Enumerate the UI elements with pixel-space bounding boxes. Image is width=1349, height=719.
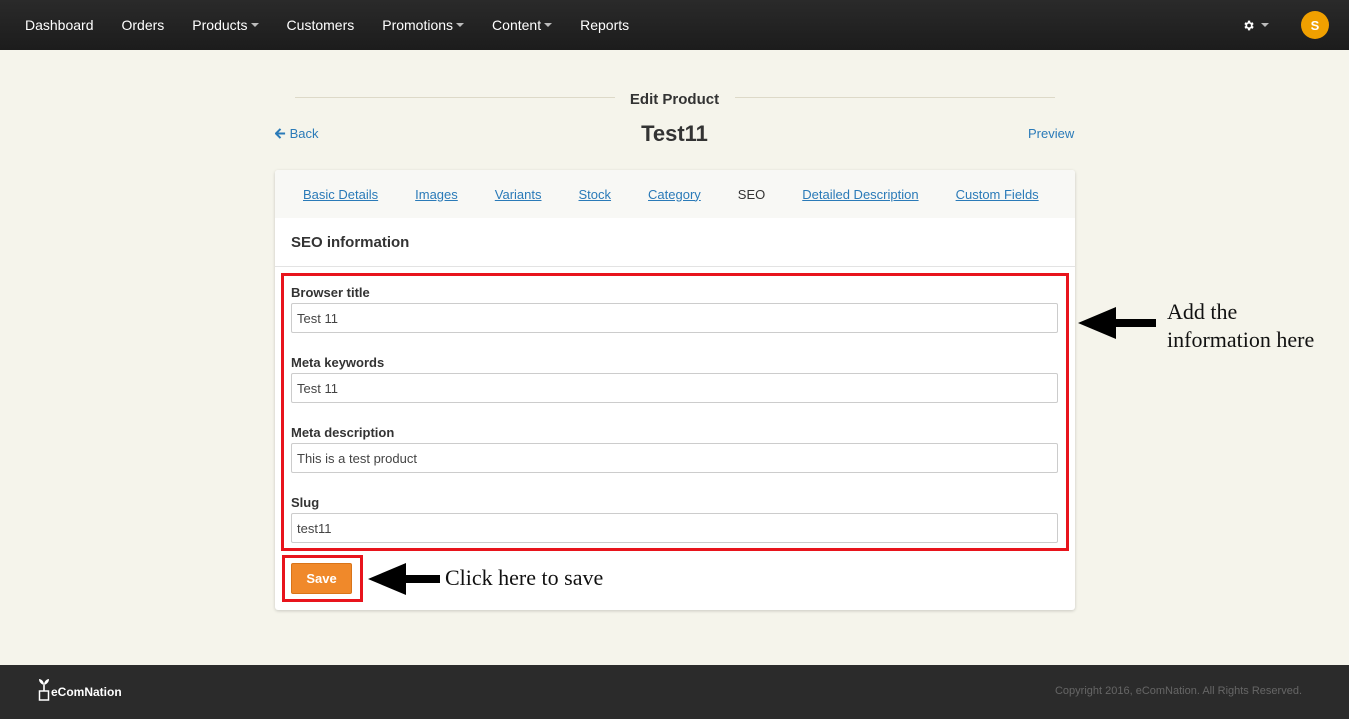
avatar-initial: S bbox=[1310, 17, 1320, 33]
seo-section-heading: SEO information bbox=[291, 234, 410, 251]
caret-down-icon bbox=[456, 23, 465, 27]
nav-content[interactable]: Content bbox=[478, 0, 566, 50]
top-navbar: Dashboard Orders Products Customers Prom… bbox=[0, 0, 1349, 50]
nav-dashboard-label: Dashboard bbox=[25, 17, 94, 33]
footer-logo: eComNation bbox=[38, 677, 122, 701]
nav-dashboard[interactable]: Dashboard bbox=[0, 0, 108, 50]
page-heading: Edit Product bbox=[0, 91, 1349, 108]
fields-highlight-box bbox=[281, 273, 1069, 551]
caret-down-icon bbox=[544, 23, 553, 27]
nav-right-controls: S bbox=[1234, 0, 1329, 50]
nav-orders[interactable]: Orders bbox=[108, 0, 179, 50]
nav-customers-label: Customers bbox=[286, 17, 355, 33]
save-annotation-text: Click here to save bbox=[445, 565, 604, 590]
page-heading-text: Edit Product bbox=[617, 91, 732, 108]
footer-brand: eComNation bbox=[51, 685, 122, 699]
caret-down-icon bbox=[1261, 23, 1269, 27]
nav-promotions[interactable]: Promotions bbox=[368, 0, 478, 50]
nav-customers[interactable]: Customers bbox=[273, 0, 369, 50]
nav-orders-label: Orders bbox=[121, 17, 165, 33]
nav-promotions-label: Promotions bbox=[382, 17, 454, 33]
copyright-text: Copyright 2016, eComNation. All Rights R… bbox=[1054, 685, 1302, 697]
arrow-left-annotation-icon bbox=[368, 563, 440, 595]
info-annotation-text: Add the information here bbox=[1167, 298, 1314, 354]
tab-detailed-description[interactable]: Detailed Description bbox=[802, 187, 918, 202]
sprout-logo-icon bbox=[38, 679, 50, 701]
tab-category[interactable]: Category bbox=[648, 187, 701, 202]
tab-basic-details[interactable]: Basic Details bbox=[303, 187, 378, 202]
tab-variants[interactable]: Variants bbox=[495, 187, 542, 202]
save-highlight-box bbox=[282, 555, 363, 602]
tab-custom-fields[interactable]: Custom Fields bbox=[956, 187, 1039, 202]
footer: eComNation Copyright 2016, eComNation. A… bbox=[0, 665, 1349, 719]
arrow-left-annotation-icon bbox=[1078, 307, 1156, 339]
gear-icon bbox=[1244, 20, 1254, 30]
info-annotation-line1: Add the bbox=[1167, 299, 1238, 324]
preview-link[interactable]: Preview bbox=[1028, 126, 1074, 141]
user-avatar[interactable]: S bbox=[1301, 11, 1329, 39]
caret-down-icon bbox=[250, 23, 259, 27]
tab-images[interactable]: Images bbox=[415, 187, 458, 202]
nav-content-label: Content bbox=[492, 17, 542, 33]
tab-seo[interactable]: SEO bbox=[738, 187, 765, 202]
nav-products-label: Products bbox=[192, 17, 248, 33]
settings-dropdown[interactable] bbox=[1234, 19, 1277, 32]
nav-reports[interactable]: Reports bbox=[566, 0, 643, 50]
tab-stock[interactable]: Stock bbox=[579, 187, 612, 202]
nav-products[interactable]: Products bbox=[178, 0, 272, 50]
product-tabs: Basic Details Images Variants Stock Cate… bbox=[275, 170, 1075, 218]
divider bbox=[275, 266, 1075, 267]
info-annotation-line2: information here bbox=[1167, 327, 1315, 352]
nav-reports-label: Reports bbox=[580, 17, 630, 33]
product-title: Test11 bbox=[641, 121, 708, 146]
